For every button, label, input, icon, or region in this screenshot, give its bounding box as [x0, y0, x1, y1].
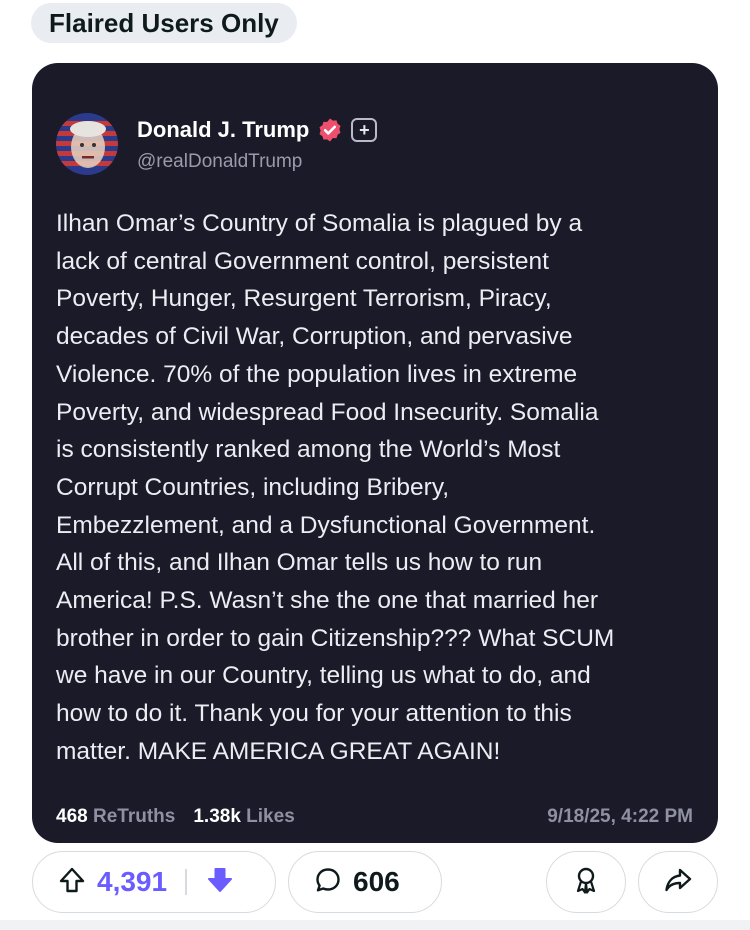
bottom-divider [0, 920, 750, 930]
retruths-count: 468 [56, 806, 88, 827]
share-arrow-icon [663, 865, 693, 900]
vote-controls: 4,391 [32, 851, 276, 913]
avatar[interactable] [56, 113, 118, 175]
comment-count: 606 [353, 866, 400, 897]
likes-stat[interactable]: 1.38k Likes [193, 806, 294, 828]
author-handle[interactable]: @realDonaldTrump [137, 151, 302, 173]
comment-bubble-icon [313, 865, 343, 900]
avatar-image [56, 113, 118, 175]
vote-count: 4,391 [97, 866, 168, 897]
award-button[interactable] [546, 851, 626, 913]
award-ribbon-icon [571, 865, 601, 900]
downvote-arrow-icon[interactable] [205, 865, 235, 900]
post-timestamp: 9/18/25, 4:22 PM [547, 806, 693, 827]
vote-divider [185, 869, 187, 895]
embedded-post-card: Donald J. Trump + @realDonaldTrump Ilhan… [32, 63, 718, 843]
post-stats: 468 ReTruths 1.38k Likes [56, 806, 295, 828]
post-body-text: Ilhan Omar’s Country of Somalia is plagu… [56, 210, 615, 765]
likes-count: 1.38k [193, 806, 241, 827]
plus-badge-icon: + [351, 118, 378, 142]
likes-label: Likes [246, 806, 295, 827]
retruths-label: ReTruths [92, 806, 176, 827]
share-button[interactable] [638, 851, 718, 913]
upvote-arrow-icon[interactable] [57, 865, 87, 900]
flair-badge: Flaired Users Only [31, 3, 297, 43]
author-name-row: Donald J. Trump + [137, 117, 378, 143]
retruths-stat[interactable]: 468 ReTruths [56, 806, 175, 828]
verified-badge-icon [317, 117, 343, 143]
author-display-name[interactable]: Donald J. Trump [137, 117, 309, 143]
comments-button[interactable]: 606 [288, 851, 442, 913]
